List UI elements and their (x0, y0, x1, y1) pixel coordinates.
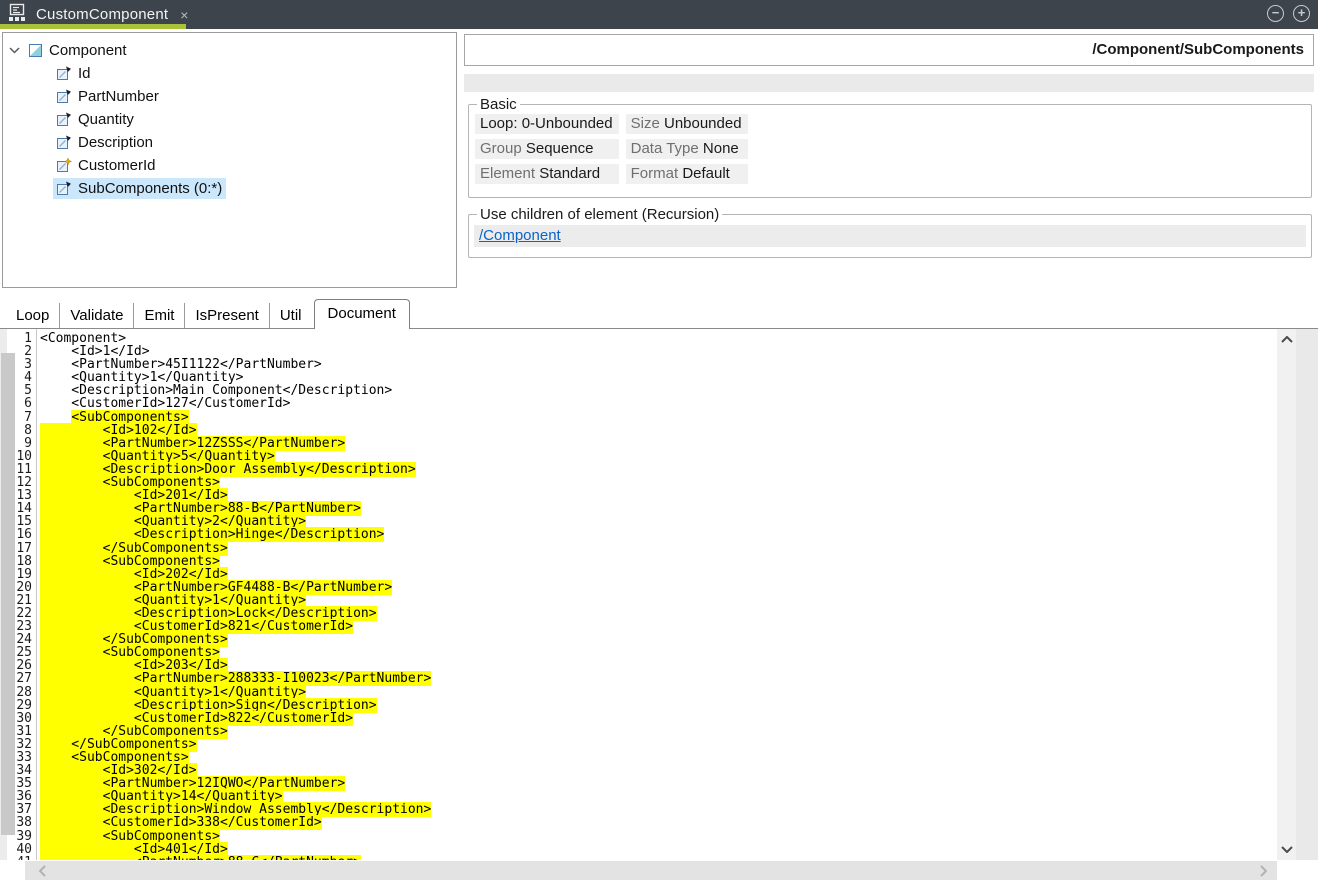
toolbar-strip (464, 74, 1314, 92)
property-chip: Data Type None (626, 139, 748, 159)
code-line: <CustomerId>822</CustomerId> (40, 712, 431, 725)
app-icon (7, 3, 27, 27)
tab-emit[interactable]: Emit (133, 303, 184, 329)
property-chip: Group Sequence (475, 139, 619, 159)
element-pin-icon (56, 66, 72, 81)
tab-util[interactable]: Util (269, 303, 312, 329)
code-line: <SubComponents> (40, 830, 431, 843)
code-line: </SubComponents> (40, 725, 431, 738)
scroll-down-icon[interactable] (1277, 840, 1296, 858)
tree-item-subcomponents-0[interactable]: SubComponents (0:*) (3, 177, 456, 200)
code-line: <Id>401</Id> (40, 843, 431, 856)
tree-item-label: CustomerId (78, 157, 156, 174)
code-line: <Id>202</Id> (40, 568, 431, 581)
code-line: <PartNumber>GF4488-B</PartNumber> (40, 581, 431, 594)
right-margin-strip (1296, 329, 1318, 860)
element-path: /Component/SubComponents (464, 34, 1314, 66)
element-pin-icon (56, 181, 72, 196)
code-line: <PartNumber>288333-I10023</PartNumber> (40, 672, 431, 685)
scroll-left-icon[interactable] (33, 861, 53, 880)
vertical-scrollbar[interactable] (1277, 329, 1296, 860)
tree-item-label: PartNumber (78, 88, 159, 105)
tree-item-label: Quantity (78, 111, 134, 128)
tab-document[interactable]: Document (314, 299, 410, 329)
element-pin-icon (56, 135, 72, 150)
tree-item-label: Component (49, 42, 127, 59)
tree-item-quantity[interactable]: Quantity (3, 108, 456, 131)
horizontal-scrollbar[interactable] (25, 861, 1277, 880)
element-pin-icon (56, 112, 72, 127)
bottom-tab-strip: LoopValidateEmitIsPresentUtilDocument (0, 300, 1318, 329)
tree-item-customerid[interactable]: CustomerId (3, 154, 456, 177)
schema-tree-panel: Component Id PartNumber Quantity Description… (2, 32, 457, 288)
code-line: <Description>Sign</Description> (40, 699, 431, 712)
basic-properties-group: Basic Loop: 0-Unbounded Size Unbounded Gro… (468, 96, 1312, 198)
code-line: <PartNumber>12ZSSS</PartNumber> (40, 437, 431, 450)
document-view: 1234567891011121314151617181920212223242… (0, 329, 1318, 860)
scroll-right-icon[interactable] (1253, 861, 1273, 880)
code-line: <Id>102</Id> (40, 424, 431, 437)
tab-title: CustomComponent (36, 6, 168, 23)
scroll-up-icon[interactable] (1277, 331, 1296, 349)
recursion-group: Use children of element (Recursion) /Com… (468, 206, 1312, 258)
title-bar: CustomComponent × − + (0, 0, 1318, 29)
tree-item-label: SubComponents (0:*) (78, 180, 222, 197)
code-line: <SubComponents> (40, 411, 431, 424)
tree-item-label: Description (78, 134, 153, 151)
element-pin-icon (56, 89, 72, 104)
code-line: <Quantity>1</Quantity> (40, 686, 431, 699)
tree-item-partnumber[interactable]: PartNumber (3, 85, 456, 108)
component-element-icon (28, 43, 43, 58)
tab-close-icon[interactable]: × (180, 7, 188, 23)
tab-loop[interactable]: Loop (6, 303, 59, 329)
code-line: <CustomerId>127</CustomerId> (40, 397, 431, 410)
recursion-link[interactable]: /Component (479, 227, 561, 244)
basic-legend: Basic (477, 96, 520, 113)
element-star-icon (56, 158, 72, 173)
property-chip: Element Standard (475, 164, 619, 184)
zoom-out-button[interactable]: − (1267, 5, 1284, 22)
tree-item-id[interactable]: Id (3, 62, 456, 85)
element-details-panel: /Component/SubComponents Basic Loop: 0-U… (464, 32, 1316, 290)
line-number: 40 (7, 843, 32, 856)
code-line: <Quantity>5</Quantity> (40, 450, 431, 463)
xml-code-editor[interactable]: <Component> <Id>1</Id> <PartNumber>45I11… (40, 332, 431, 860)
tree-item-label: Id (78, 65, 91, 82)
tab-validate[interactable]: Validate (59, 303, 133, 329)
recursion-bar: /Component (474, 225, 1306, 247)
active-tab-accent (0, 24, 186, 29)
property-chips: Loop: 0-Unbounded Size Unbounded Group Seq… (473, 113, 1307, 184)
tree-item-component[interactable]: Component (3, 39, 456, 62)
code-line: <Description>Hinge</Description> (40, 528, 431, 541)
horizontal-scrollbar-row (0, 860, 1318, 888)
code-line: <Quantity>1</Quantity> (40, 594, 431, 607)
gutter-separator (36, 329, 37, 860)
tab-ispresent[interactable]: IsPresent (184, 303, 268, 329)
zoom-in-button[interactable]: + (1293, 5, 1310, 22)
recursion-legend: Use children of element (Recursion) (477, 206, 722, 223)
tree-item-description[interactable]: Description (3, 131, 456, 154)
property-chip: Loop: 0-Unbounded (475, 114, 619, 134)
code-line: <SubComponents> (40, 555, 431, 568)
code-line: <CustomerId>338</CustomerId> (40, 816, 431, 829)
property-chip: Format Default (626, 164, 748, 184)
code-line: </SubComponents> (40, 542, 431, 555)
property-chip: Size Unbounded (626, 114, 748, 134)
chevron-down-icon[interactable] (9, 47, 25, 54)
vertical-scrollbar-thumb[interactable] (1, 353, 15, 835)
